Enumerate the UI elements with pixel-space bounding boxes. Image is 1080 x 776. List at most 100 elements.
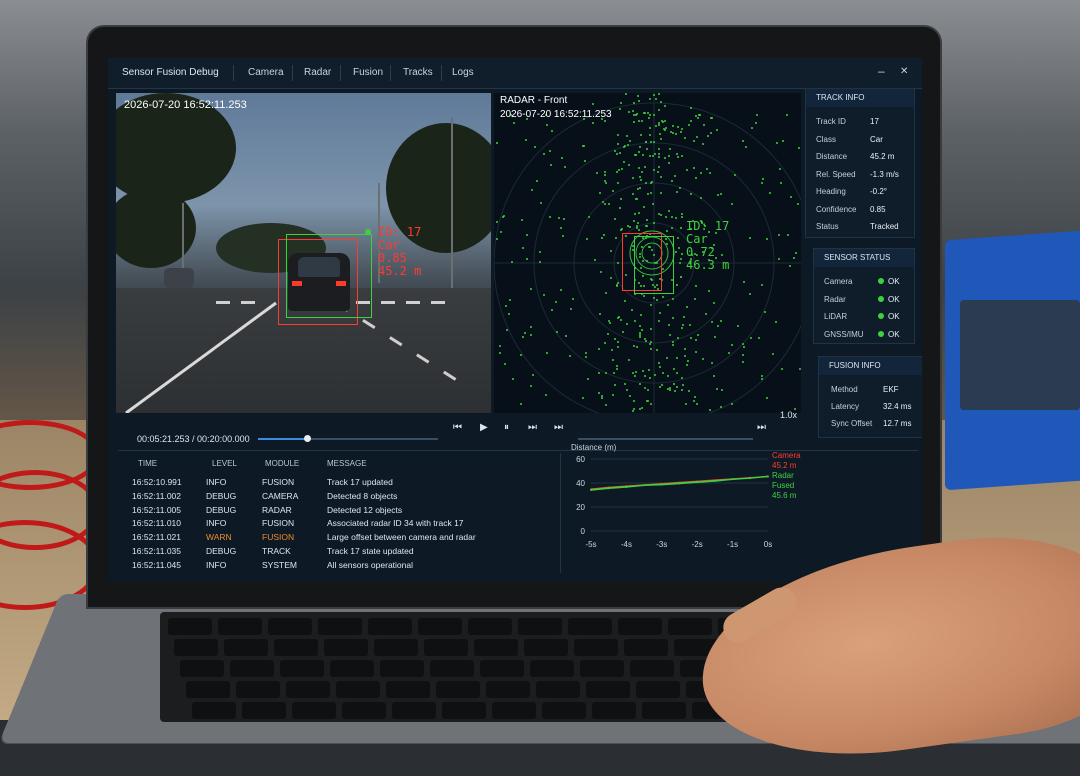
radar-point xyxy=(539,261,541,263)
panel-row-label: Camera xyxy=(824,277,852,286)
panel-row-label: LiDAR xyxy=(824,312,847,321)
log-time: 16:52:11.010 xyxy=(132,518,181,528)
panel-row-value: OK xyxy=(888,330,900,339)
volume-end-icon[interactable]: ⏭ xyxy=(757,422,766,433)
radar-point xyxy=(612,359,614,361)
camera-view[interactable]: ID: 17 Car 0.85 45.2 m 2026-07-20 16:52:… xyxy=(116,93,491,413)
panel-row-value: Car xyxy=(870,135,883,144)
radar-point xyxy=(555,301,557,303)
radar-point xyxy=(708,290,710,292)
radar-point xyxy=(602,201,604,203)
log-level: WARN xyxy=(206,532,232,542)
radar-point xyxy=(711,362,713,364)
tab-tracks[interactable]: Tracks xyxy=(403,67,433,78)
playback-speed[interactable]: 1.0x xyxy=(780,410,797,420)
radar-view[interactable]: ID: 17 Car 0.72 46.3 m RADAR - Front 202… xyxy=(494,93,801,413)
radar-bounding-box[interactable] xyxy=(286,234,372,318)
radar-point xyxy=(711,321,713,323)
radar-point xyxy=(619,152,621,154)
keyboard-key xyxy=(586,681,630,698)
radar-point xyxy=(620,229,622,231)
keyboard-key xyxy=(642,702,686,719)
radar-point xyxy=(686,306,688,308)
keyboard-key xyxy=(218,618,262,635)
radar-point xyxy=(677,156,679,158)
skip-back-icon[interactable]: ⏮ xyxy=(453,422,462,433)
panel-row-label: Class xyxy=(816,135,836,144)
keyboard-key xyxy=(580,660,624,677)
radar-point xyxy=(682,324,684,326)
play-icon[interactable]: ▶ xyxy=(480,422,488,433)
keyboard-key xyxy=(286,681,330,698)
log-level: INFO xyxy=(206,560,226,570)
minimize-button[interactable]: – xyxy=(878,64,885,78)
radar-point xyxy=(609,322,611,324)
keyboard-key xyxy=(192,702,236,719)
radar-point xyxy=(690,337,692,339)
radar-point xyxy=(561,157,563,159)
tab-logs[interactable]: Logs xyxy=(452,67,474,78)
seek-handle[interactable] xyxy=(304,435,311,442)
radar-point xyxy=(505,305,507,307)
keyboard-key xyxy=(268,618,312,635)
radar-point xyxy=(558,217,560,219)
radar-point xyxy=(499,345,501,347)
radar-point xyxy=(645,182,647,184)
radar-point xyxy=(679,187,681,189)
radar-point xyxy=(668,155,670,157)
radar-point xyxy=(653,141,655,143)
radar-point xyxy=(596,172,598,174)
radar-point xyxy=(648,369,650,371)
log-module: FUSION xyxy=(262,518,294,528)
panel-row-value: -0.2° xyxy=(870,187,887,196)
log-module: TRACK xyxy=(262,546,291,556)
radar-point xyxy=(539,251,541,253)
radar-point xyxy=(793,257,795,259)
radar-point xyxy=(650,192,652,194)
radar-point xyxy=(658,362,660,364)
radar-box[interactable] xyxy=(634,236,674,294)
column-header-level[interactable]: LEVEL xyxy=(212,459,237,468)
fast-forward-icon[interactable]: ⏭ xyxy=(528,422,537,433)
radar-point xyxy=(705,313,707,315)
keyboard-key xyxy=(230,660,274,677)
x-tick-label: -3s xyxy=(656,540,667,549)
tab-radar[interactable]: Radar xyxy=(304,67,331,78)
radar-point xyxy=(592,103,594,105)
log-message: Associated radar ID 34 with track 17 xyxy=(327,518,464,528)
panel-row-label: GNSS/IMU xyxy=(824,330,864,339)
radar-point xyxy=(506,329,508,331)
pause-icon[interactable]: ⏸ xyxy=(504,422,509,433)
radar-point xyxy=(644,166,646,168)
radar-point xyxy=(658,93,660,95)
radar-point xyxy=(563,218,565,220)
log-message: Detected 8 objects xyxy=(327,491,397,501)
camera-detection-label: ID: 17 Car 0.85 45.2 m xyxy=(378,226,421,278)
keyboard-key xyxy=(374,639,418,656)
panel-header: FUSION INFO xyxy=(819,357,922,375)
volume-bar[interactable] xyxy=(578,438,753,440)
y-tick-label: 20 xyxy=(576,503,585,512)
radar-point xyxy=(634,320,636,322)
radar-point xyxy=(706,168,708,170)
keyboard-key xyxy=(568,618,612,635)
keyboard-key xyxy=(574,639,618,656)
keyboard-key xyxy=(236,681,280,698)
radar-point xyxy=(613,372,615,374)
close-button[interactable]: ✕ xyxy=(900,66,908,77)
tab-fusion[interactable]: Fusion xyxy=(353,67,383,78)
radar-point xyxy=(560,227,562,229)
column-header-module[interactable]: MODULE xyxy=(265,459,299,468)
skip-end-icon[interactable]: ⏭ xyxy=(554,422,563,433)
column-header-time[interactable]: TIME xyxy=(138,459,157,468)
radar-point xyxy=(534,146,536,148)
radar-point xyxy=(684,137,686,139)
column-header-message[interactable]: MESSAGE xyxy=(327,459,367,468)
radar-point xyxy=(499,352,501,354)
tab-camera[interactable]: Camera xyxy=(248,67,284,78)
keyboard-key xyxy=(186,681,230,698)
keyboard-key xyxy=(392,702,436,719)
radar-point xyxy=(584,160,586,162)
radar-point xyxy=(647,193,649,195)
seek-bar-fill xyxy=(258,438,307,440)
